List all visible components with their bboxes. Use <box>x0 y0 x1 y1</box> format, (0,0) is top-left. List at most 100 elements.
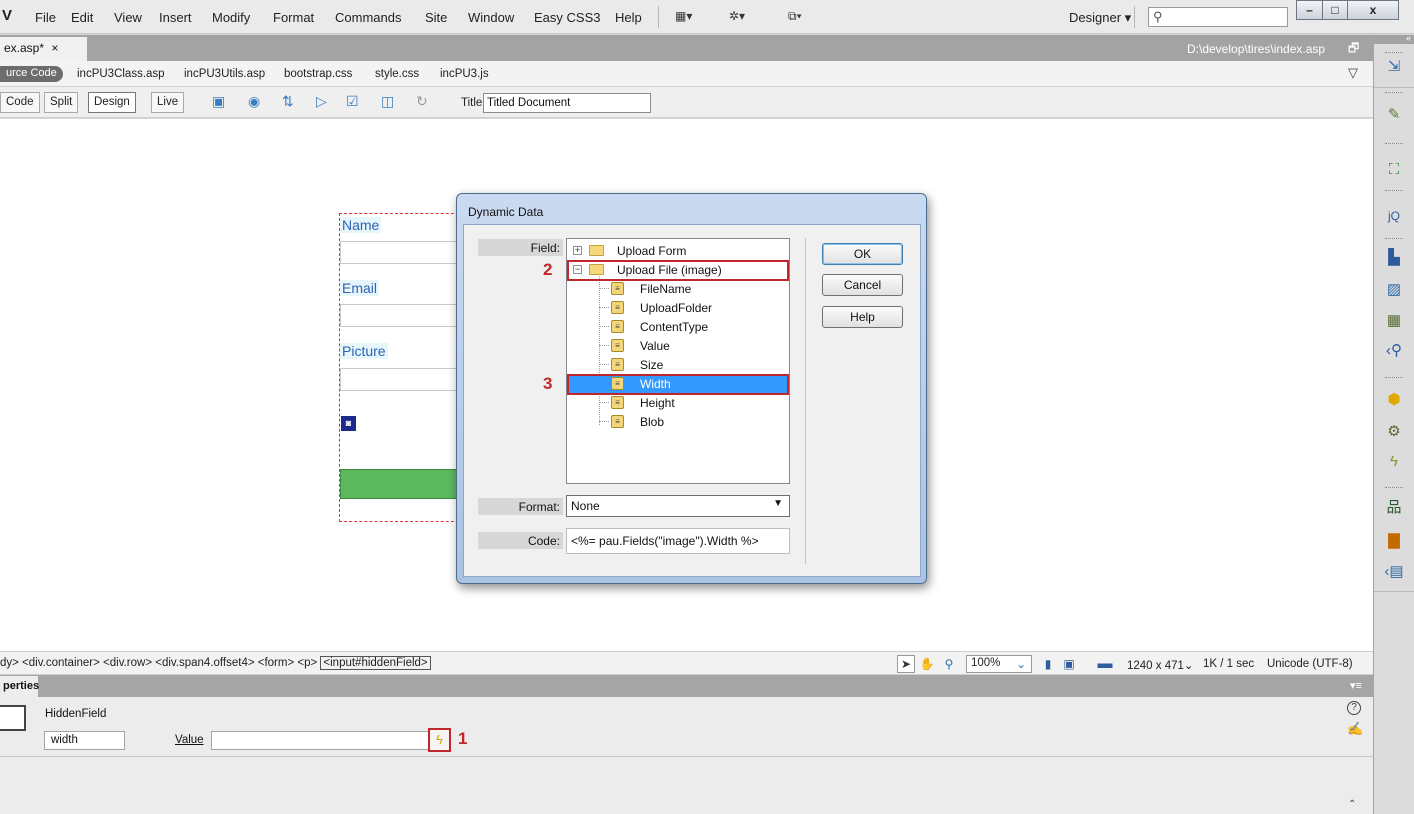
properties-tab[interactable]: perties <box>0 676 39 697</box>
assets-icon[interactable]: ⛶ <box>1384 160 1404 180</box>
panel-grip[interactable] <box>1385 238 1403 241</box>
title-input[interactable]: Titled Document <box>483 93 651 113</box>
tree-item-value[interactable]: ≡ Value <box>567 337 787 355</box>
hidden-field-icon[interactable]: ◙ <box>341 416 356 431</box>
bindings-icon[interactable]: ⚙ <box>1384 422 1404 442</box>
tag-path[interactable]: dy> <div.container> <div.row> <div.span4… <box>0 656 431 670</box>
related-file[interactable]: incPU3.js <box>440 68 489 80</box>
multiscreen-icon[interactable]: ▣ <box>212 93 225 110</box>
collapse-panel-icon[interactable]: ⌃ <box>1348 799 1356 810</box>
workspace-switcher[interactable]: Designer ▾ <box>1069 10 1131 26</box>
minimize-button[interactable]: – <box>1296 0 1323 20</box>
code-inspector-icon[interactable]: ‹▤ <box>1384 562 1404 582</box>
layout-icon[interactable]: ▦▾ <box>675 9 692 23</box>
tree-item-contenttype[interactable]: ≡ ContentType <box>567 318 787 336</box>
menu-format[interactable]: Format <box>273 10 314 25</box>
help-search-input[interactable]: ⚲ <box>1148 7 1288 27</box>
close-icon[interactable]: × <box>51 41 58 55</box>
window-size[interactable]: 1240 x 471⌄ <box>1127 658 1194 672</box>
refresh-icon[interactable]: ↻ <box>416 93 428 110</box>
help-button[interactable]: Help <box>822 306 903 328</box>
databases-icon[interactable]: ▙ <box>1384 248 1404 268</box>
selected-tag[interactable]: <input#hiddenField> <box>320 656 431 670</box>
inspect-icon[interactable]: ▷ <box>316 93 327 110</box>
menu-modify[interactable]: Modify <box>212 10 250 25</box>
expand-icon[interactable]: + <box>573 246 582 255</box>
menu-commands[interactable]: Commands <box>335 10 401 25</box>
tablet-size-icon[interactable]: ▣ <box>1061 655 1077 673</box>
related-file[interactable]: bootstrap.css <box>284 68 352 80</box>
tree-item-height[interactable]: ≡ Height <box>567 394 787 412</box>
menu-insert[interactable]: Insert <box>159 10 192 25</box>
tag-path-text[interactable]: dy> <div.container> <div.row> <div.span4… <box>0 657 320 669</box>
tree-item-size[interactable]: ≡ Size <box>567 356 787 374</box>
select-tool-icon[interactable]: ➤ <box>897 655 915 673</box>
hand-tool-icon[interactable]: ✋ <box>918 655 936 673</box>
panel-grip[interactable] <box>1385 143 1403 146</box>
behaviors-icon[interactable]: ϟ <box>1384 452 1404 472</box>
preview-browser-icon[interactable]: ◉ <box>248 93 260 110</box>
menu-site[interactable]: Site <box>425 10 447 25</box>
source-code-tab[interactable]: urce Code <box>0 66 63 82</box>
panel-grip[interactable] <box>1385 92 1403 95</box>
code-field[interactable]: <%= pau.Fields("image").Width %> <box>566 528 790 554</box>
menu-edit[interactable]: Edit <box>71 10 93 25</box>
tree-item-filename[interactable]: ≡ FileName <box>567 280 787 298</box>
dynamic-data-lightning-icon[interactable]: ϟ <box>428 728 451 752</box>
document-tab[interactable]: ex.asp* × <box>0 37 87 61</box>
menu-view[interactable]: View <box>114 10 142 25</box>
gear-icon[interactable]: ✲▾ <box>729 9 745 23</box>
close-button[interactable]: x <box>1347 0 1399 20</box>
related-file[interactable]: incPU3Utils.asp <box>184 68 265 80</box>
tree-item-uploadfolder[interactable]: ≡ UploadFolder <box>567 299 787 317</box>
images-icon[interactable]: ▨ <box>1384 280 1404 300</box>
restore-document-icon[interactable]: 🗗 <box>1348 39 1359 60</box>
related-file[interactable]: incPU3Class.asp <box>77 68 165 80</box>
hidden-field-name-input[interactable]: width <box>44 731 125 750</box>
snippets-icon[interactable]: ▦ <box>1384 311 1404 331</box>
design-view-button[interactable]: Design <box>88 92 136 113</box>
panel-grip[interactable] <box>1385 52 1403 55</box>
css-styles-icon[interactable]: ✎ <box>1384 105 1404 125</box>
expand-panels-icon[interactable]: « <box>1406 33 1411 43</box>
visual-aids-icon[interactable]: ◫ <box>381 93 394 110</box>
menu-file[interactable]: File <box>35 10 56 25</box>
code-search-icon[interactable]: ‹⚲ <box>1384 341 1404 361</box>
value-input[interactable] <box>211 731 429 750</box>
edit-rule-icon[interactable]: ✍ <box>1347 721 1363 737</box>
filter-icon[interactable]: ▽ <box>1348 65 1358 81</box>
mobile-size-icon[interactable]: ▮ <box>1041 655 1055 673</box>
jquery-icon[interactable]: jQ <box>1384 206 1404 226</box>
split-view-button[interactable]: Split <box>44 92 79 113</box>
live-view-button[interactable]: Live <box>151 92 185 113</box>
cancel-button[interactable]: Cancel <box>822 274 903 296</box>
submit-button[interactable] <box>340 469 465 499</box>
server-behaviors-icon[interactable]: ⬢ <box>1384 390 1404 410</box>
menu-help[interactable]: Help <box>615 10 642 25</box>
zoom-tool-icon[interactable]: ⚲ <box>940 655 958 673</box>
related-file[interactable]: style.css <box>375 68 419 80</box>
panel-grip[interactable] <box>1385 487 1403 490</box>
menu-easy-css3[interactable]: Easy CSS3 <box>534 10 600 25</box>
business-catalyst-icon[interactable]: ▇ <box>1384 531 1404 551</box>
dom-panel-icon[interactable]: 品 <box>1384 498 1404 518</box>
panel-menu-icon[interactable]: ▾≡ <box>1350 679 1362 692</box>
file-management-icon[interactable]: ⇅ <box>282 93 294 110</box>
validate-icon[interactable]: ☑ <box>346 93 359 110</box>
code-view-button[interactable]: Code <box>0 92 40 113</box>
tree-item-blob[interactable]: ≡ Blob <box>567 413 787 431</box>
insert-panel-icon[interactable]: ⇲ <box>1384 57 1404 77</box>
maximize-button[interactable]: □ <box>1322 0 1348 20</box>
desktop-size-icon[interactable]: ▬ <box>1094 655 1116 673</box>
panel-grip[interactable] <box>1385 377 1403 380</box>
menu-window[interactable]: Window <box>468 10 514 25</box>
help-icon[interactable]: ? <box>1347 701 1361 715</box>
email-field[interactable] <box>340 304 465 327</box>
field-tree[interactable]: + Upload Form − Upload File (image) ≡ Fi… <box>566 238 790 484</box>
zoom-select[interactable]: 100% ⌄ <box>966 655 1032 673</box>
name-field[interactable] <box>340 241 465 264</box>
site-icon[interactable]: ⧉▾ <box>788 9 802 24</box>
ok-button[interactable]: OK <box>822 243 903 265</box>
picture-field[interactable] <box>340 368 465 391</box>
tree-item-upload-form[interactable]: + Upload Form <box>567 242 787 260</box>
